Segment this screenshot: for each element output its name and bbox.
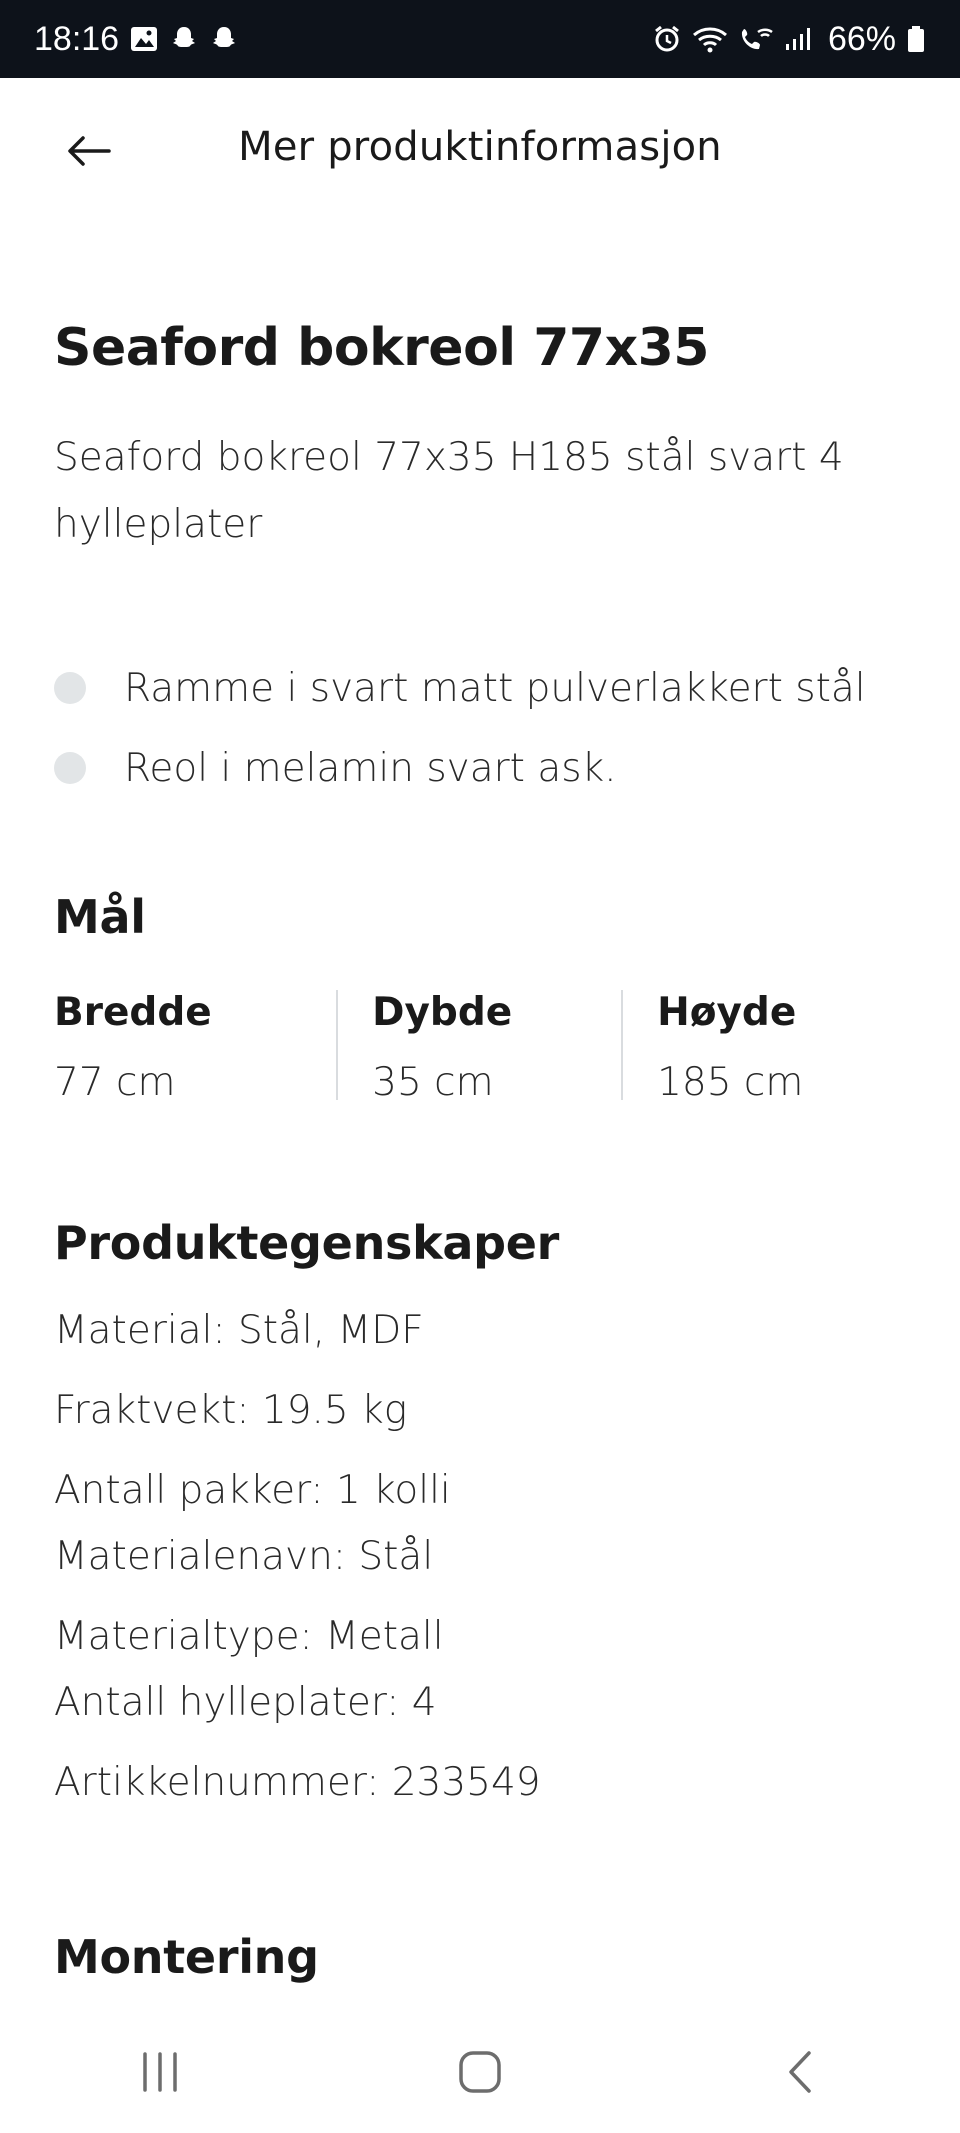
dimension-value: 77 cm — [54, 1060, 176, 1105]
snapchat-icon — [209, 24, 239, 54]
gallery-icon — [129, 24, 159, 54]
recent-apps-icon[interactable] — [100, 2032, 220, 2112]
dimensions-heading: Mål — [54, 890, 146, 944]
wifi-icon — [692, 24, 728, 54]
back-icon[interactable] — [740, 2032, 860, 2112]
property-article-number: Artikkelnummer: 233549 — [54, 1760, 541, 1805]
properties-heading: Produktegenskaper — [54, 1216, 560, 1270]
property-freight-weight: Fraktvekt: 19.5 kg — [54, 1388, 408, 1433]
dimension-depth: Dybde 35 cm — [336, 990, 621, 1105]
product-description: Seaford bokreol 77x35 H185 stål svart 4 … — [54, 435, 844, 547]
alarm-icon — [652, 24, 682, 54]
battery-percent: 66% — [827, 19, 896, 58]
property-shelf-count: Antall hylleplater: 4 — [54, 1680, 437, 1725]
dimension-width: Bredde 77 cm — [54, 990, 336, 1105]
system-nav-bar — [0, 2010, 960, 2133]
dimension-value: 35 cm — [372, 1060, 494, 1105]
snapchat-icon — [169, 24, 199, 54]
property-package-count: Antall pakker: 1 kolli — [54, 1468, 451, 1513]
status-left: 18:16 — [34, 20, 239, 59]
battery-icon — [906, 24, 926, 54]
list-item: Reol i melamin svart ask. — [54, 728, 904, 808]
dimension-label: Høyde — [657, 990, 797, 1035]
bullet-icon — [54, 672, 86, 704]
status-right: 66% — [652, 20, 926, 59]
bullet-icon — [54, 752, 86, 784]
home-icon[interactable] — [420, 2032, 540, 2112]
property-material-type: Materialtype: Metall — [54, 1614, 444, 1659]
assembly-heading: Montering — [54, 1930, 319, 1984]
feature-text: Ramme i svart matt pulverlakkert stål — [124, 665, 866, 711]
dimension-label: Dybde — [372, 990, 513, 1035]
dimensions-table: Bredde 77 cm Dybde 35 cm Høyde 185 cm — [54, 990, 906, 1105]
dimension-value: 185 cm — [657, 1060, 804, 1105]
app-bar: Mer produktinformasjon — [0, 78, 960, 226]
property-material: Material: Stål, MDF — [54, 1308, 424, 1353]
feature-text: Reol i melamin svart ask. — [124, 745, 617, 791]
dimension-height: Høyde 185 cm — [621, 990, 906, 1105]
page-title: Mer produktinformasjon — [238, 124, 722, 170]
status-time: 18:16 — [34, 19, 120, 58]
property-material-name: Materialenavn: Stål — [54, 1534, 434, 1579]
signal-icon — [784, 24, 812, 54]
wifi-calling-icon — [738, 24, 774, 54]
list-item: Ramme i svart matt pulverlakkert stål — [54, 648, 904, 728]
feature-list: Ramme i svart matt pulverlakkert stål Re… — [54, 648, 904, 808]
product-title: Seaford bokreol 77x35 — [54, 318, 710, 378]
status-bar: 18:16 66% — [0, 0, 960, 78]
dimension-label: Bredde — [54, 990, 212, 1035]
